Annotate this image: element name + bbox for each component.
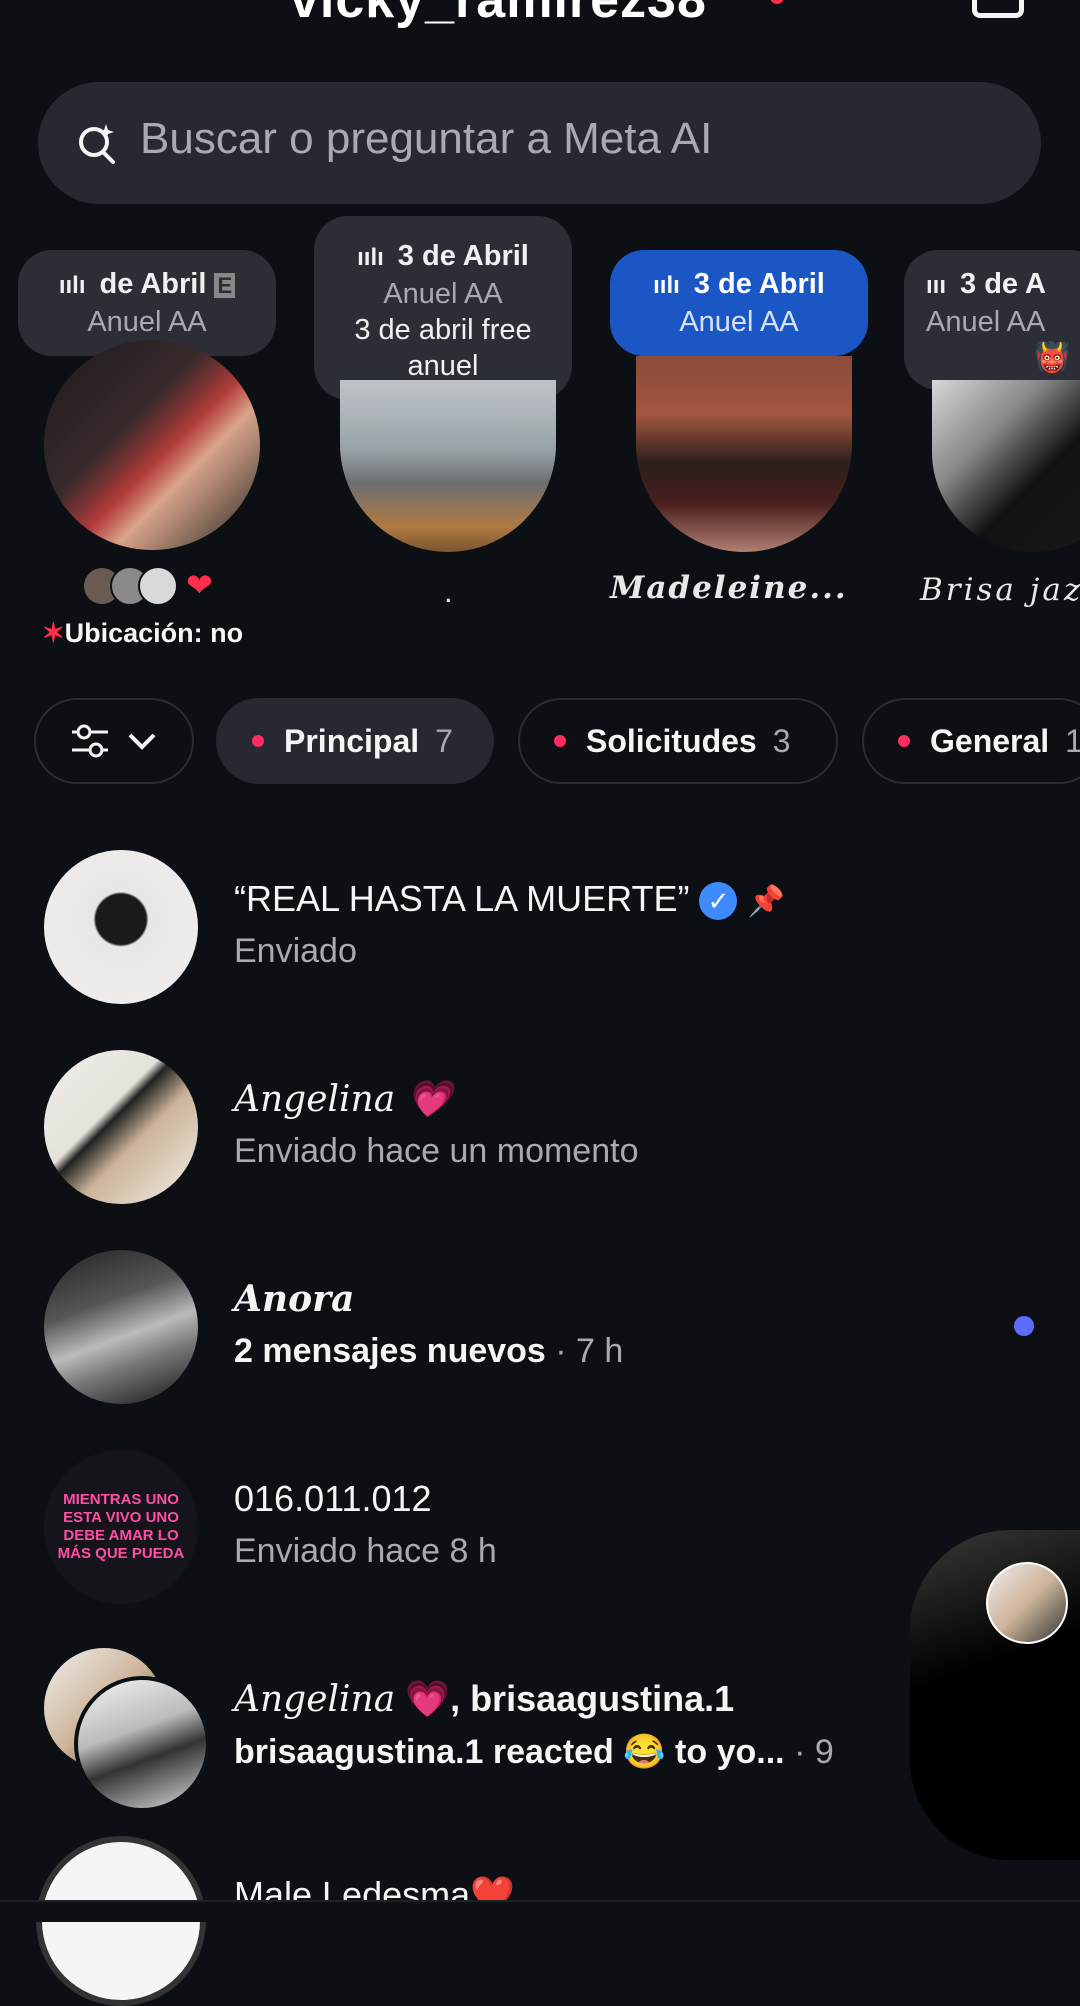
note-bubble[interactable]: ıılı 3 de Abril Anuel AA 3 de abril free … <box>314 216 572 400</box>
story-name: Brisa jazm <box>920 572 1080 608</box>
audio-wave-icon: ııı <box>926 272 947 299</box>
chat-preview: Enviado hace 8 h <box>234 1532 497 1570</box>
filter-menu-button[interactable] <box>34 698 194 784</box>
chat-name: “REAL HASTA LA MUERTE” ✓ 📌 <box>234 878 785 921</box>
avatar <box>44 850 198 1004</box>
pin-icon: 📌 <box>747 885 785 918</box>
tab-principal[interactable]: Principal 7 <box>216 698 494 784</box>
tab-general[interactable]: General 1 <box>862 698 1080 784</box>
story-name: . <box>444 574 453 609</box>
bottom-bar <box>0 1900 1080 1922</box>
audio-wave-icon: ıılı <box>58 272 86 299</box>
chat-name: 016.011.012 <box>234 1478 432 1519</box>
compose-icon[interactable] <box>972 0 1024 18</box>
audio-wave-icon: ıılı <box>653 272 680 299</box>
note-bubble[interactable]: ııı 3 de A Anuel AA 👹 <box>904 250 1080 390</box>
avatar: MIENTRAS UNO ESTA VIVO UNO DEBE AMAR LO … <box>44 1450 198 1604</box>
chat-name: Angelina 💗, brisaagustina.1 <box>234 1678 735 1720</box>
meta-ai-search-icon <box>79 124 115 164</box>
story-avatar[interactable] <box>636 356 852 552</box>
username-title[interactable]: vicky_ramirez38 <box>290 0 707 30</box>
chevron-down-icon <box>128 733 156 750</box>
chat-name: Angelina 💗 <box>234 1079 452 1120</box>
chat-preview: Enviado <box>234 932 357 970</box>
sliders-icon <box>72 724 108 758</box>
tab-solicitudes[interactable]: Solicitudes 3 <box>518 698 838 784</box>
avatar <box>74 1676 210 1812</box>
heart-icon: ❤ <box>186 567 213 603</box>
verified-badge-icon: ✓ <box>699 882 738 921</box>
chat-preview: brisaagustina.1 reacted 😂 to yo... · 9 <box>234 1733 834 1771</box>
notification-dot <box>770 0 784 4</box>
chat-name: Anora <box>234 1278 355 1320</box>
audio-wave-icon: ıılı <box>357 244 384 271</box>
devil-emoji: 👹 <box>1034 342 1071 374</box>
location-caption: ✶Ubicación: no <box>42 618 244 648</box>
story-name: 𝑴𝒂𝒅𝒆𝒍𝒆𝒊𝒏𝒆... <box>610 570 848 606</box>
unread-indicator <box>1014 1316 1034 1336</box>
chat-preview: Enviado hace un momento <box>234 1132 639 1170</box>
story-avatar[interactable] <box>340 380 556 552</box>
floating-avatar[interactable] <box>986 1562 1068 1644</box>
note-bubble[interactable]: ıılı 3 de Abril Anuel AA <box>610 250 868 356</box>
chat-preview: 2 mensajes nuevos · 7 h <box>234 1332 624 1370</box>
avatar <box>44 1050 198 1204</box>
search-placeholder: Buscar o preguntar a Meta AI <box>140 114 713 163</box>
avatar <box>44 1250 198 1404</box>
story-avatar[interactable] <box>932 380 1080 552</box>
story-avatar[interactable] <box>44 340 260 550</box>
